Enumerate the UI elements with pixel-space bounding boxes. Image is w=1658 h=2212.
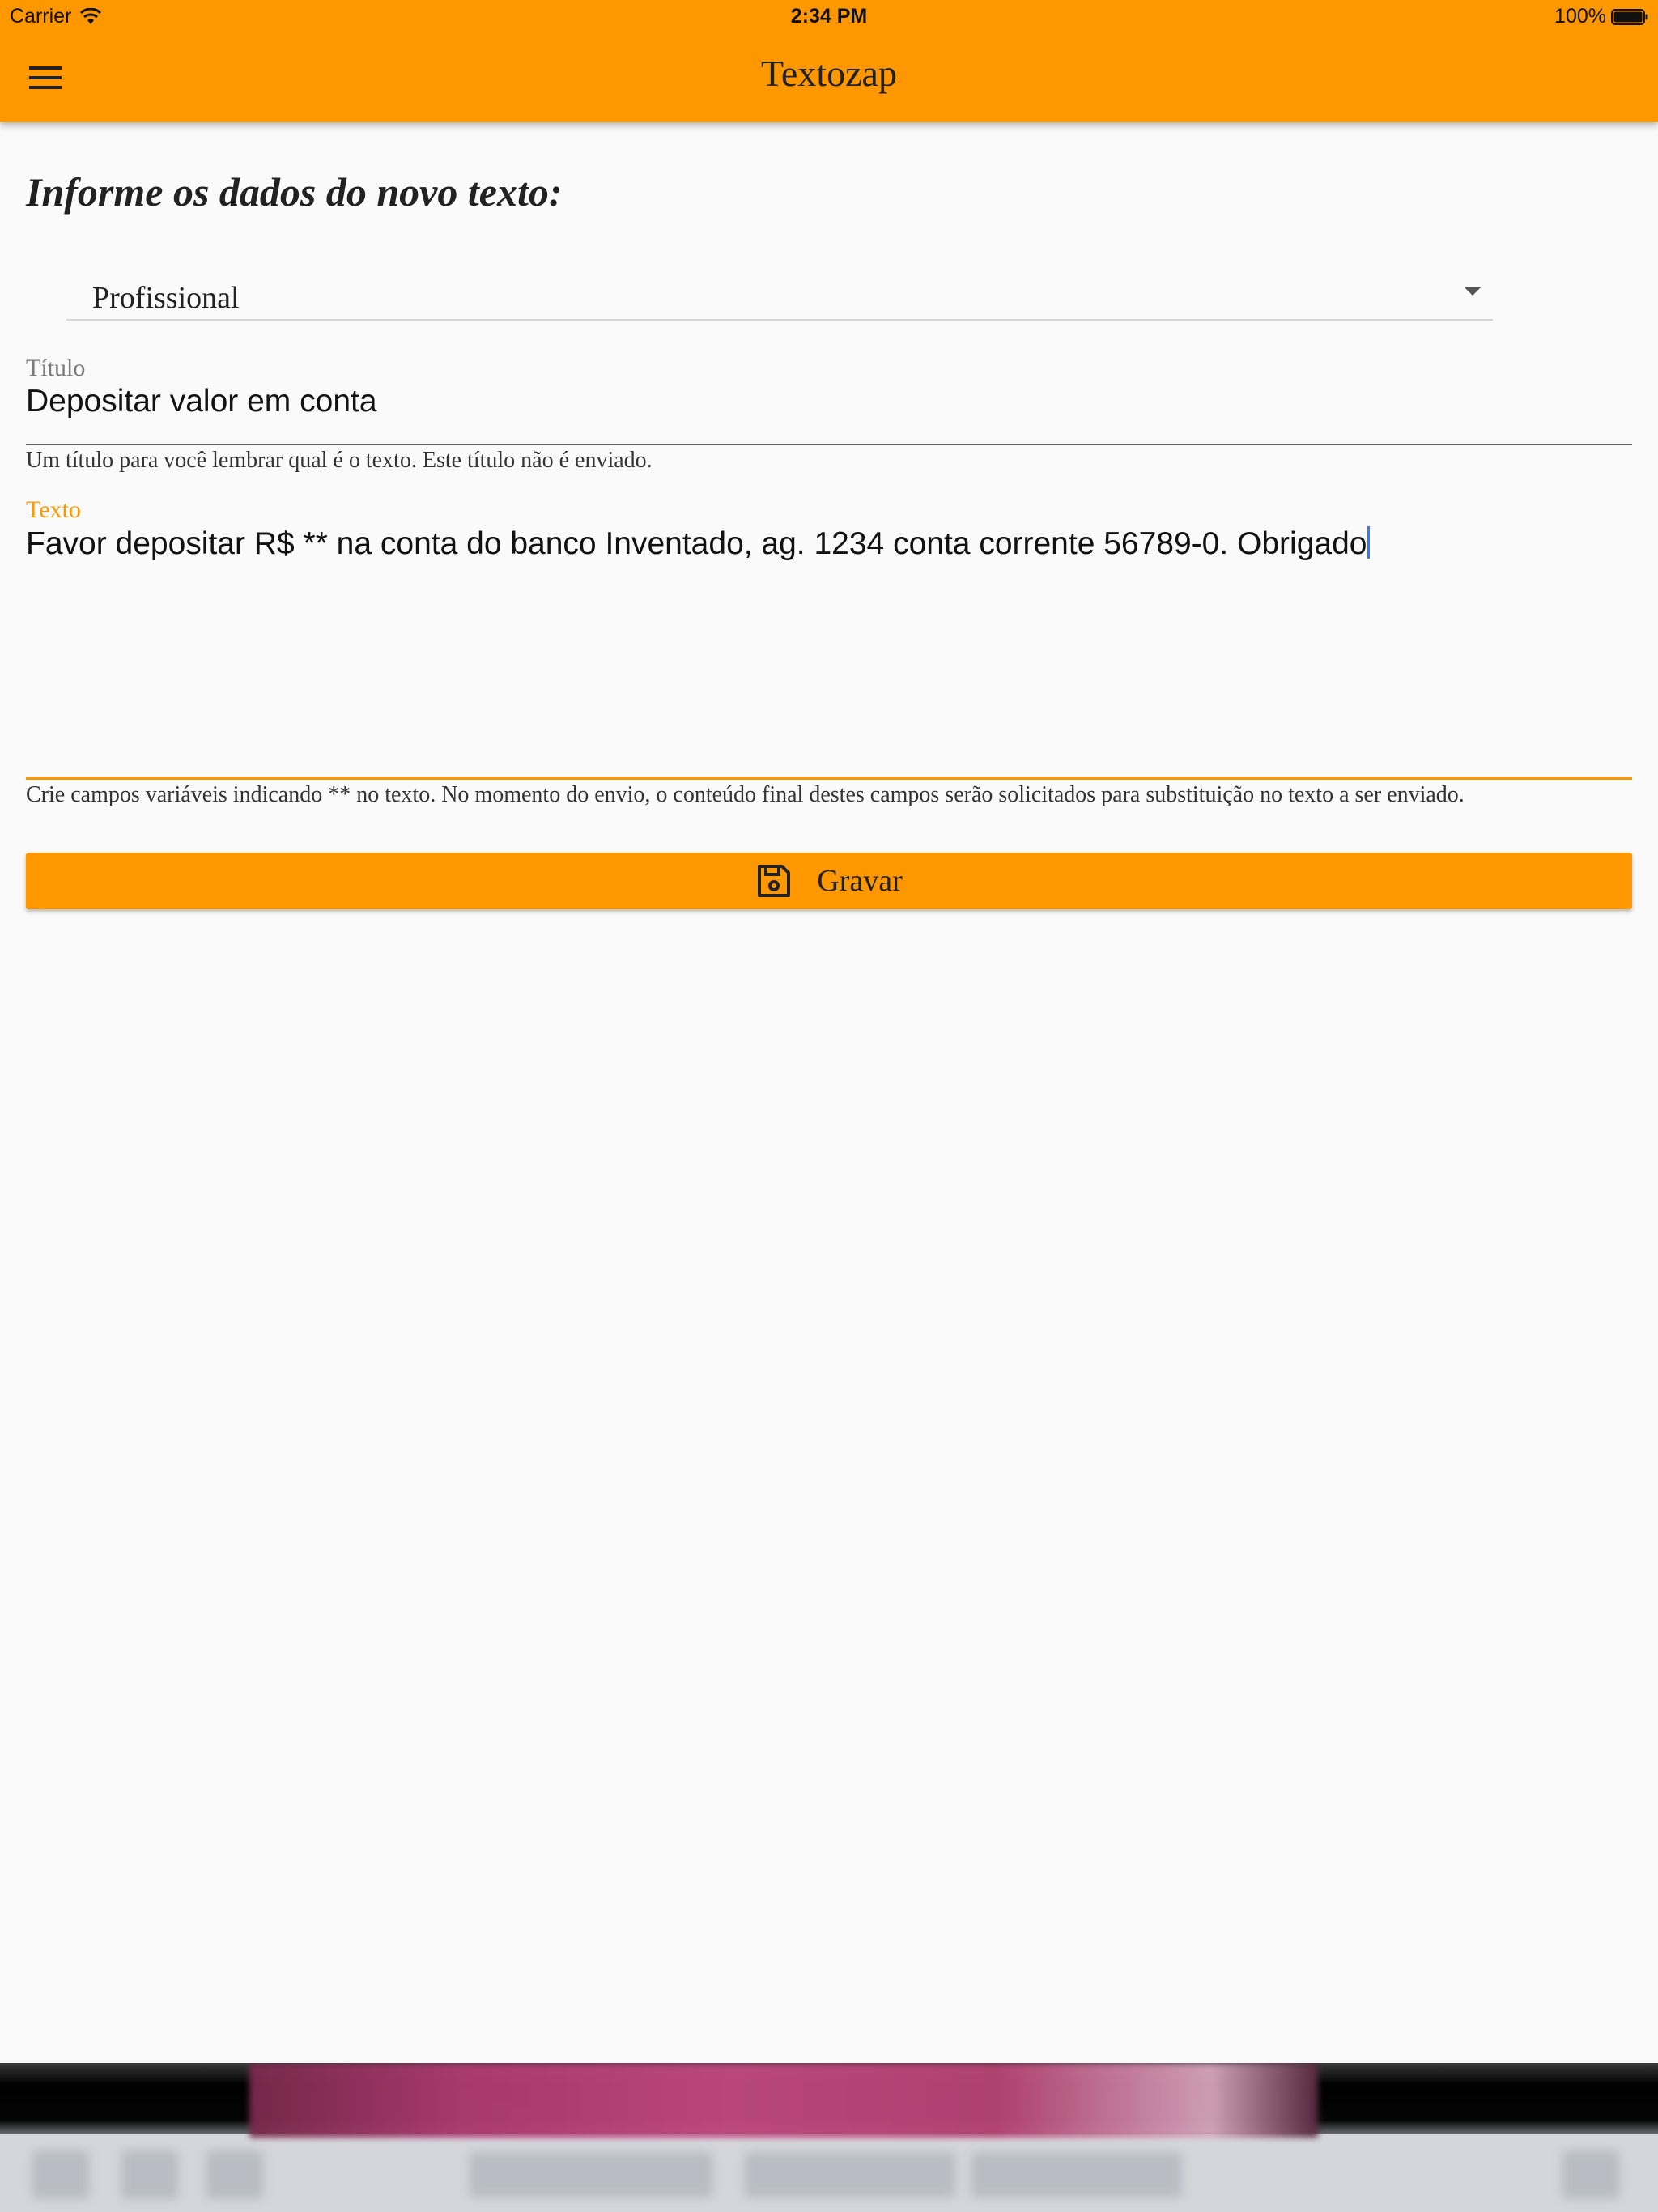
texto-textarea[interactable]: Favor depositar R$ ** na conta do banco … <box>26 521 1632 780</box>
status-time: 2:34 PM <box>790 5 868 28</box>
dock-shape <box>206 2150 263 2199</box>
floppy-disk-icon <box>758 865 791 897</box>
bottom-banner-area <box>0 2063 1658 2212</box>
app-title: Textozap <box>761 53 897 94</box>
app-header: Carrier 2:34 PM 100% Textozap <box>0 0 1658 122</box>
titulo-label: Título <box>26 355 86 381</box>
dock-shape <box>971 2152 1182 2197</box>
dock-shape <box>470 2152 712 2197</box>
titulo-value: Depositar valor em conta <box>26 384 377 419</box>
battery-indicator: 100% <box>1554 5 1648 28</box>
page-heading: Informe os dados do novo texto: <box>26 169 563 215</box>
status-bar: Carrier 2:34 PM 100% <box>0 0 1658 32</box>
banner-image <box>249 2063 1318 2138</box>
save-button[interactable]: Gravar <box>26 853 1632 909</box>
battery-icon <box>1611 8 1648 25</box>
category-selected-value: Profissional <box>92 281 240 315</box>
dock-shape <box>1562 2150 1619 2199</box>
titulo-input[interactable]: Depositar valor em conta <box>26 379 1632 445</box>
dropdown-arrow-icon <box>1464 287 1482 296</box>
dock-shape <box>121 2150 178 2199</box>
dock-shape <box>745 2152 955 2197</box>
texto-value-line: Favor depositar R$ ** na conta do banco … <box>26 526 1371 562</box>
dock-shape <box>32 2150 89 2199</box>
text-cursor <box>1367 526 1371 559</box>
category-select[interactable]: Profissional <box>66 275 1493 321</box>
texto-helper-text: Crie campos variáveis indicando ** no te… <box>26 782 1465 807</box>
save-button-label: Gravar <box>817 864 903 898</box>
texto-label: Texto <box>26 496 81 523</box>
texto-value: Favor depositar R$ ** na conta do banco … <box>26 526 1367 561</box>
titulo-helper-text: Um título para você lembrar qual é o tex… <box>26 448 653 473</box>
battery-label: 100% <box>1554 5 1606 28</box>
